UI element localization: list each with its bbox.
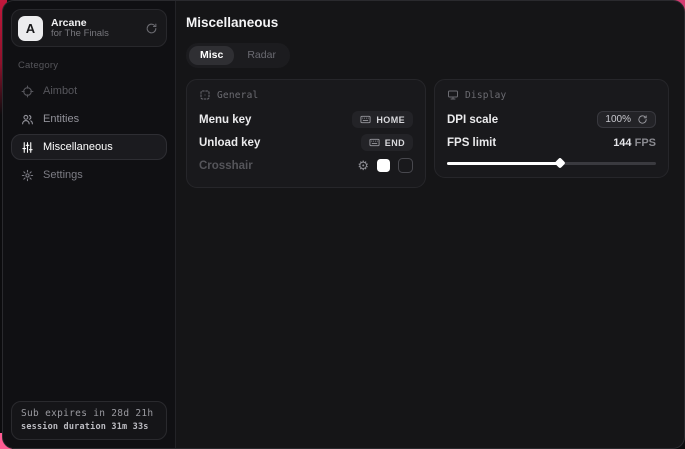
dpi-scale-label: DPI scale [447, 114, 498, 126]
general-card-title: General [217, 90, 258, 101]
subscription-status-card: Sub expires in 28d 21h session duration … [11, 401, 167, 440]
grid-icon [199, 89, 211, 101]
sidebar-item-miscellaneous[interactable]: Miscellaneous [11, 134, 167, 160]
session-duration-text: session duration 31m 33s [21, 422, 157, 432]
slider-fill [447, 162, 560, 165]
sidebar-item-label: Settings [43, 169, 83, 181]
crosshair-row: Crosshair ⚙ [199, 154, 413, 177]
menu-key-value: HOME [376, 115, 405, 125]
tab-radar[interactable]: Radar [236, 46, 287, 65]
brand-logo: A [18, 16, 43, 41]
brand-subtitle: for The Finals [51, 29, 137, 40]
display-card-header: Display [447, 89, 656, 101]
tab-misc[interactable]: Misc [189, 46, 234, 65]
sidebar-item-label: Aimbot [43, 85, 77, 97]
sub-expiry-text: Sub expires in 28d 21h [21, 408, 157, 419]
sliders-icon [21, 141, 34, 154]
crosshair-checkbox[interactable] [398, 158, 413, 173]
general-card-header: General [199, 89, 413, 101]
category-label: Category [18, 60, 167, 71]
keyboard-icon [369, 137, 380, 148]
tab-bar: Misc Radar [186, 43, 290, 68]
main-panel: Miscellaneous Misc Radar General Menu ke… [176, 1, 684, 448]
menu-key-bind-button[interactable]: HOME [352, 111, 413, 128]
brand-card: A Arcane for The Finals [11, 9, 167, 47]
slider-thumb[interactable] [554, 157, 565, 168]
fps-limit-label: FPS limit [447, 137, 496, 149]
fps-limit-slider[interactable] [447, 159, 656, 167]
menu-key-row: Menu key HOME [199, 108, 413, 131]
keyboard-icon [360, 114, 371, 125]
sidebar-item-settings[interactable]: Settings [11, 162, 167, 188]
general-card: General Menu key HOME Unload key [186, 79, 426, 188]
gear-icon [21, 169, 34, 182]
refresh-icon[interactable] [145, 22, 158, 35]
sidebar-item-entities[interactable]: Entities [11, 106, 167, 132]
crosshair-settings-gear-icon[interactable]: ⚙ [357, 159, 369, 172]
unload-key-label: Unload key [199, 137, 260, 149]
crosshair-color-swatch[interactable] [377, 159, 390, 172]
users-icon [21, 113, 34, 126]
crosshair-icon [21, 85, 34, 98]
fps-limit-number: 144 [613, 137, 631, 149]
cards-row: General Menu key HOME Unload key [186, 79, 669, 188]
sidebar-nav: Aimbot Entities Miscellaneous [11, 78, 167, 188]
monitor-icon [447, 89, 459, 101]
fps-limit-row: FPS limit 144 FPS [447, 131, 656, 154]
brand-text: Arcane for The Finals [51, 17, 137, 40]
crosshair-label: Crosshair [199, 160, 253, 172]
brand-title: Arcane [51, 17, 137, 29]
app-window: A Arcane for The Finals Category Aimbot [2, 0, 685, 449]
dpi-scale-select[interactable]: 100% [597, 111, 656, 128]
display-card-title: Display [465, 90, 506, 101]
fps-limit-value: 144 FPS [613, 137, 656, 149]
fps-limit-unit: FPS [632, 137, 656, 149]
menu-key-label: Menu key [199, 114, 251, 126]
cycle-icon [637, 114, 648, 125]
sidebar: A Arcane for The Finals Category Aimbot [3, 1, 176, 448]
unload-key-bind-button[interactable]: END [361, 134, 413, 151]
dpi-scale-value: 100% [605, 114, 631, 125]
unload-key-row: Unload key END [199, 131, 413, 154]
unload-key-value: END [385, 138, 405, 148]
dpi-scale-row: DPI scale 100% [447, 108, 656, 131]
page-title: Miscellaneous [186, 15, 669, 30]
sidebar-item-aimbot[interactable]: Aimbot [11, 78, 167, 104]
sidebar-item-label: Entities [43, 113, 79, 125]
crosshair-controls: ⚙ [357, 158, 413, 173]
display-card: Display DPI scale 100% FPS limit 144 FPS [434, 79, 669, 178]
sidebar-item-label: Miscellaneous [43, 141, 113, 153]
